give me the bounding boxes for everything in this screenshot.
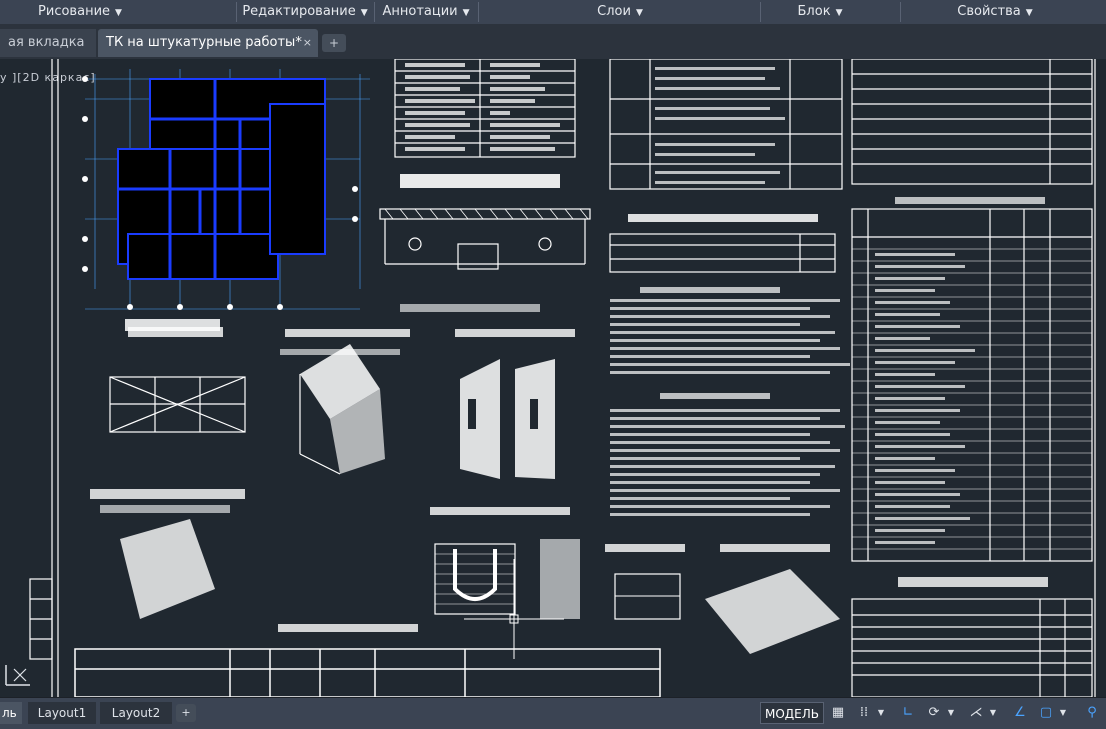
chevron-down-icon: ▼ [835, 8, 843, 18]
ribbon-separator [374, 2, 375, 22]
ribbon-panel-modify[interactable]: Редактирование ▼ [240, 0, 370, 24]
scaffold-frame [109, 376, 246, 433]
summary-table [851, 598, 1093, 697]
drawing-canvas[interactable]: у ][2D каркас] [0, 59, 1106, 697]
plaster-mesh-detail [90, 489, 245, 619]
corner-detail [280, 329, 410, 475]
ribbon-panel-layers[interactable]: Слои ▼ [580, 0, 660, 24]
ribbon-separator [478, 2, 479, 22]
isodraft-icon[interactable]: ⋌ [966, 703, 986, 723]
drawing-sheet [29, 59, 1096, 697]
document-tab-bar: ая вкладка ТК на штукатурные работы* × + [0, 24, 1106, 59]
chevron-down-icon: ▼ [115, 8, 122, 18]
user-icon[interactable]: ⚲ [1082, 703, 1102, 723]
ucs-icon [5, 665, 30, 686]
add-layout-button[interactable]: + [176, 704, 196, 722]
model-space-button[interactable]: МОДЕЛЬ [760, 702, 824, 724]
ribbon-panel-annotation[interactable]: Аннотации ▼ [376, 0, 476, 24]
new-tab-button[interactable]: + [322, 34, 346, 52]
status-bar: ль Layout1 Layout2 + МОДЕЛЬ ▦ ⁞⁞ ▼ ∟ ⟳ ▼… [0, 697, 1106, 729]
chevron-down-icon[interactable]: ▼ [988, 703, 998, 723]
annotation-scale-icon[interactable]: ▢ [1036, 703, 1056, 723]
ribbon-separator [900, 2, 901, 22]
ribbon-panel-block[interactable]: Блок ▼ [780, 0, 860, 24]
material-table [394, 59, 576, 158]
ribbon-separator [236, 2, 237, 22]
snap-icon[interactable]: ⁞⁞ [854, 703, 874, 723]
corner-profiles [455, 329, 575, 479]
labour-table [74, 648, 661, 697]
floor-plan [82, 69, 370, 331]
close-icon[interactable]: × [303, 29, 312, 57]
chevron-down-icon: ▼ [635, 8, 643, 18]
tab-document-active[interactable]: ТК на штукатурные работы* × [98, 29, 318, 57]
ribbon-separator [760, 2, 761, 22]
tab-layout2[interactable]: Layout2 [100, 702, 172, 724]
ortho-icon[interactable]: ∟ [898, 703, 918, 723]
profiled-sheet-detail [605, 544, 840, 654]
chevron-down-icon: ▼ [1025, 8, 1033, 18]
ribbon-panel-bar: Рисование ▼ Редактирование ▼ Аннотации ▼ Сл… [0, 0, 1106, 25]
ribbon-panel-properties[interactable]: Свойства ▼ [945, 0, 1045, 24]
tab-layout1[interactable]: Layout1 [28, 702, 96, 724]
chevron-down-icon[interactable]: ▼ [876, 703, 886, 723]
grid-icon[interactable]: ▦ [828, 703, 848, 723]
osnap-track-icon[interactable]: ∠ [1010, 703, 1030, 723]
ribbon-panel-draw[interactable]: Рисование ▼ [30, 0, 130, 24]
brick-wall-detail [430, 507, 580, 619]
notes-table [609, 233, 836, 273]
tab-model[interactable]: ль [0, 702, 22, 724]
tab-document-inactive[interactable]: ая вкладка [0, 29, 96, 57]
chevron-down-icon: ▼ [462, 8, 470, 18]
polar-icon[interactable]: ⟳ [924, 703, 944, 723]
wall-section [379, 174, 591, 312]
chevron-down-icon[interactable]: ▼ [1058, 703, 1068, 723]
works-table [851, 59, 1093, 185]
chevron-down-icon: ▼ [360, 8, 368, 18]
chevron-down-icon[interactable]: ▼ [946, 703, 956, 723]
